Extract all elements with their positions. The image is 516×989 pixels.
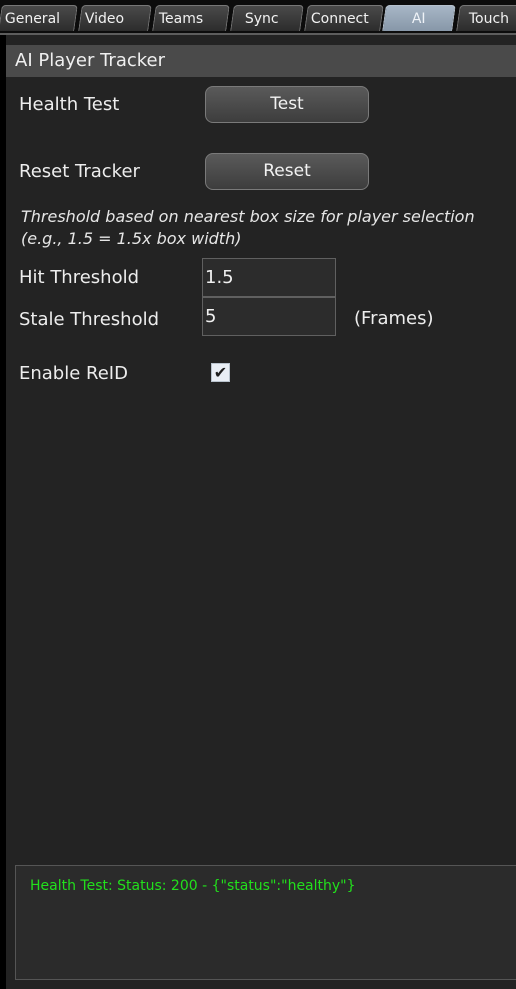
checkmark-icon: ✔ xyxy=(213,363,228,382)
section-title: AI Player Tracker xyxy=(6,45,516,77)
health-test-label: Health Test xyxy=(19,94,120,115)
reset-tracker-label: Reset Tracker xyxy=(19,161,140,182)
tab-connect[interactable]: Connect xyxy=(304,5,384,31)
log-line: Health Test: Status: 200 - {"status":"he… xyxy=(30,878,356,894)
ai-settings-panel: AI Player Tracker Health Test Test Reset… xyxy=(6,35,516,989)
tab-bar: General Video Teams Sync Connect AI Touc… xyxy=(0,0,516,35)
tab-touch[interactable]: Touch xyxy=(456,5,516,31)
reset-tracker-button[interactable]: Reset xyxy=(205,153,369,190)
tab-video[interactable]: Video xyxy=(78,5,152,31)
enable-reid-checkbox[interactable]: ✔ xyxy=(211,363,230,382)
tab-teams[interactable]: Teams xyxy=(152,5,230,31)
hit-threshold-label: Hit Threshold xyxy=(19,267,140,288)
stale-threshold-label: Stale Threshold xyxy=(19,309,160,330)
stale-threshold-input[interactable] xyxy=(202,297,336,336)
threshold-hint: Threshold based on nearest box size for … xyxy=(21,207,475,248)
log-output: Health Test: Status: 200 - {"status":"he… xyxy=(15,865,516,980)
health-test-button[interactable]: Test xyxy=(205,86,369,123)
tab-sync[interactable]: Sync xyxy=(230,5,304,31)
frames-unit-label: (Frames) xyxy=(354,308,434,329)
tab-ai[interactable]: AI xyxy=(382,5,456,31)
enable-reid-label: Enable ReID xyxy=(19,363,128,384)
hit-threshold-input[interactable] xyxy=(202,258,336,297)
tab-general[interactable]: General xyxy=(0,5,78,31)
